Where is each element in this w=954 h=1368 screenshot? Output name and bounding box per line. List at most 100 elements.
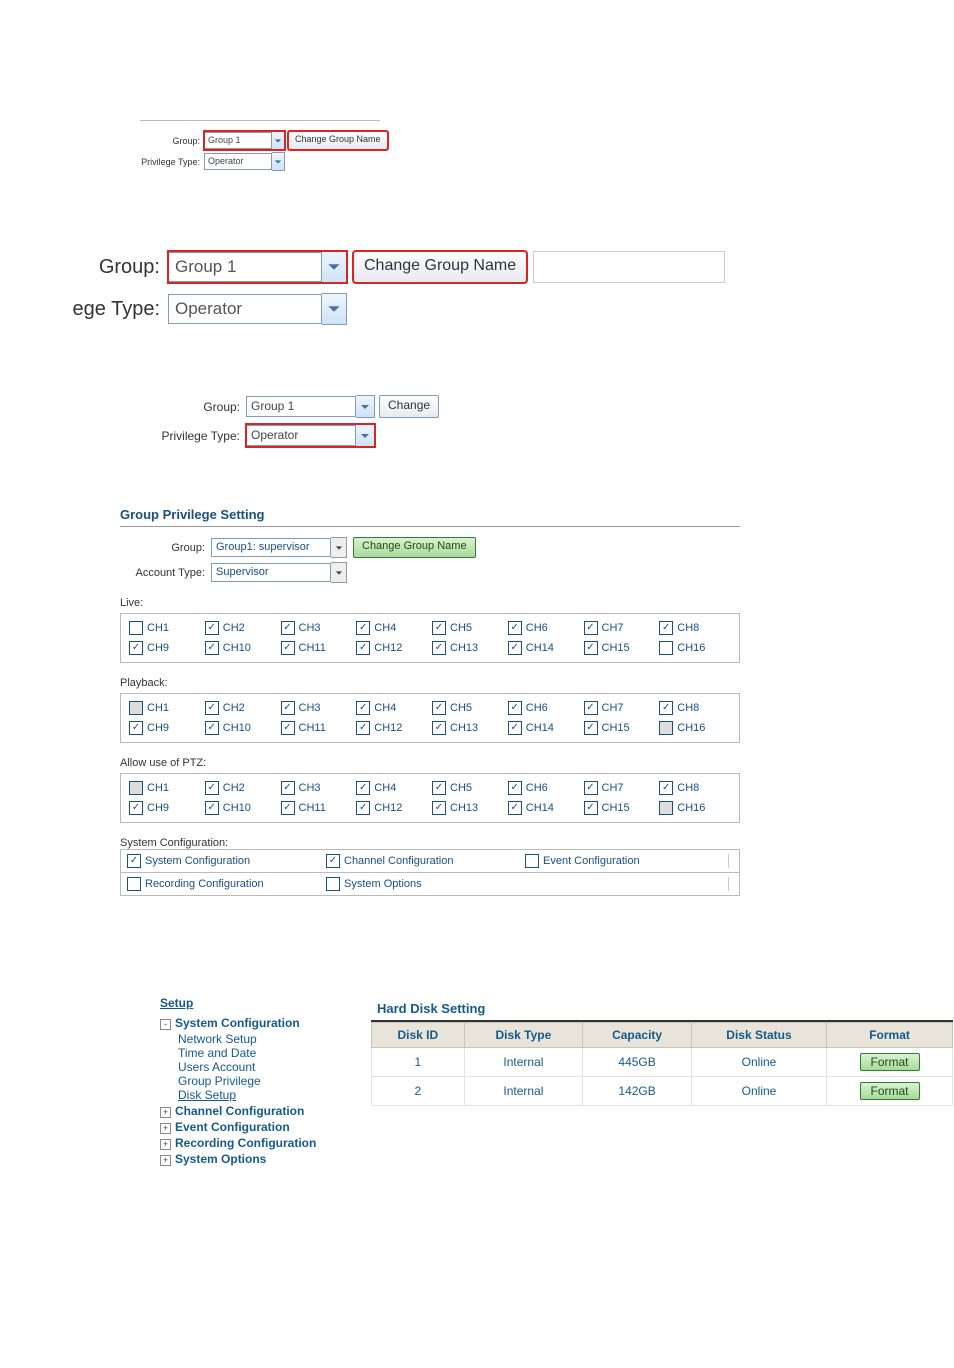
checkbox[interactable] [432, 781, 446, 795]
checkbox[interactable] [127, 854, 141, 868]
change-button[interactable]: Change [379, 395, 439, 418]
channel-cell[interactable]: CH1 [127, 698, 203, 718]
channel-cell[interactable]: CH10 [203, 718, 279, 738]
checkbox[interactable] [508, 781, 522, 795]
channel-cell[interactable]: CH3 [279, 778, 355, 798]
checkbox[interactable] [508, 801, 522, 815]
collapse-icon[interactable]: - [160, 1019, 171, 1030]
sys-cell[interactable]: System Configuration [127, 854, 326, 868]
checkbox[interactable] [356, 701, 370, 715]
expand-icon[interactable]: + [160, 1139, 171, 1150]
chevron-down-icon[interactable] [322, 293, 347, 325]
channel-cell[interactable]: CH9 [127, 718, 203, 738]
sys-cell[interactable]: System Options [326, 877, 525, 891]
chevron-down-icon[interactable] [322, 251, 347, 283]
channel-cell[interactable]: CH4 [354, 618, 430, 638]
channel-cell[interactable]: CH11 [279, 718, 355, 738]
channel-cell[interactable]: CH1 [127, 778, 203, 798]
tree-node-label[interactable]: System Options [175, 1152, 266, 1166]
channel-cell[interactable]: CH5 [430, 698, 506, 718]
checkbox[interactable] [432, 701, 446, 715]
tree-node-label[interactable]: Recording Configuration [175, 1136, 316, 1150]
tree-node[interactable]: + Channel Configuration [160, 1104, 340, 1118]
channel-cell[interactable]: CH14 [506, 798, 582, 818]
channel-cell[interactable]: CH13 [430, 718, 506, 738]
tree-root[interactable]: Setup [160, 996, 340, 1010]
change-group-name-button[interactable]: Change Group Name [353, 251, 527, 283]
checkbox[interactable] [356, 641, 370, 655]
checkbox[interactable] [281, 801, 295, 815]
group-combo[interactable]: Group 1 [168, 251, 347, 283]
checkbox[interactable] [508, 701, 522, 715]
checkbox[interactable] [584, 641, 598, 655]
checkbox[interactable] [127, 877, 141, 891]
account-type-combo[interactable]: Supervisor [211, 562, 347, 583]
channel-cell[interactable]: CH4 [354, 778, 430, 798]
chevron-down-icon[interactable] [356, 395, 375, 418]
tree-node[interactable]: -System Configuration [160, 1016, 340, 1030]
channel-cell[interactable]: CH16 [657, 718, 733, 738]
tree-node-label[interactable]: Channel Configuration [175, 1104, 304, 1118]
checkbox[interactable] [432, 721, 446, 735]
tree-leaf[interactable]: Network Setup [178, 1032, 340, 1046]
checkbox[interactable] [659, 721, 673, 735]
change-group-name-button[interactable]: Change Group Name [353, 537, 476, 558]
channel-cell[interactable]: CH2 [203, 698, 279, 718]
checkbox[interactable] [129, 701, 143, 715]
checkbox[interactable] [205, 621, 219, 635]
change-group-name-button[interactable]: Change Group Name [288, 131, 388, 150]
checkbox[interactable] [432, 621, 446, 635]
chevron-down-icon[interactable] [272, 152, 285, 171]
channel-cell[interactable]: CH8 [657, 778, 733, 798]
format-button[interactable]: Format [860, 1082, 920, 1100]
checkbox[interactable] [432, 801, 446, 815]
group-combo[interactable]: Group 1 [204, 131, 285, 150]
channel-cell[interactable]: CH4 [354, 698, 430, 718]
checkbox[interactable] [205, 801, 219, 815]
channel-cell[interactable]: CH15 [582, 798, 658, 818]
checkbox[interactable] [508, 621, 522, 635]
channel-cell[interactable]: CH7 [582, 618, 658, 638]
channel-cell[interactable]: CH1 [127, 618, 203, 638]
checkbox[interactable] [659, 701, 673, 715]
tree-node[interactable]: + Recording Configuration [160, 1136, 340, 1150]
checkbox[interactable] [584, 701, 598, 715]
channel-cell[interactable]: CH11 [279, 798, 355, 818]
checkbox[interactable] [129, 641, 143, 655]
tree-node-label[interactable]: Event Configuration [175, 1120, 290, 1134]
checkbox[interactable] [508, 721, 522, 735]
checkbox[interactable] [356, 721, 370, 735]
expand-icon[interactable]: + [160, 1123, 171, 1134]
channel-cell[interactable]: CH10 [203, 798, 279, 818]
checkbox[interactable] [356, 621, 370, 635]
channel-cell[interactable]: CH6 [506, 618, 582, 638]
checkbox[interactable] [281, 641, 295, 655]
sys-cell[interactable]: Event Configuration [525, 854, 724, 868]
chevron-down-icon[interactable] [356, 424, 375, 447]
channel-cell[interactable]: CH7 [582, 698, 658, 718]
channel-cell[interactable]: CH16 [657, 638, 733, 658]
tree-leaf[interactable]: Users Account [178, 1060, 340, 1074]
checkbox[interactable] [205, 721, 219, 735]
chevron-down-icon[interactable] [272, 131, 285, 150]
channel-cell[interactable]: CH7 [582, 778, 658, 798]
channel-cell[interactable]: CH14 [506, 718, 582, 738]
tree-node-label[interactable]: System Configuration [175, 1016, 300, 1030]
tree-leaf[interactable]: Group Privilege [178, 1074, 340, 1088]
expand-icon[interactable]: + [160, 1155, 171, 1166]
checkbox[interactable] [205, 701, 219, 715]
channel-cell[interactable]: CH16 [657, 798, 733, 818]
checkbox[interactable] [659, 801, 673, 815]
channel-cell[interactable]: CH5 [430, 618, 506, 638]
channel-cell[interactable]: CH6 [506, 778, 582, 798]
checkbox[interactable] [129, 801, 143, 815]
checkbox[interactable] [659, 781, 673, 795]
channel-cell[interactable]: CH10 [203, 638, 279, 658]
checkbox[interactable] [659, 621, 673, 635]
channel-cell[interactable]: CH5 [430, 778, 506, 798]
chevron-down-icon[interactable] [331, 537, 347, 558]
expand-icon[interactable]: + [160, 1107, 171, 1118]
checkbox[interactable] [326, 854, 340, 868]
checkbox[interactable] [584, 801, 598, 815]
group-name-input[interactable] [533, 251, 725, 283]
